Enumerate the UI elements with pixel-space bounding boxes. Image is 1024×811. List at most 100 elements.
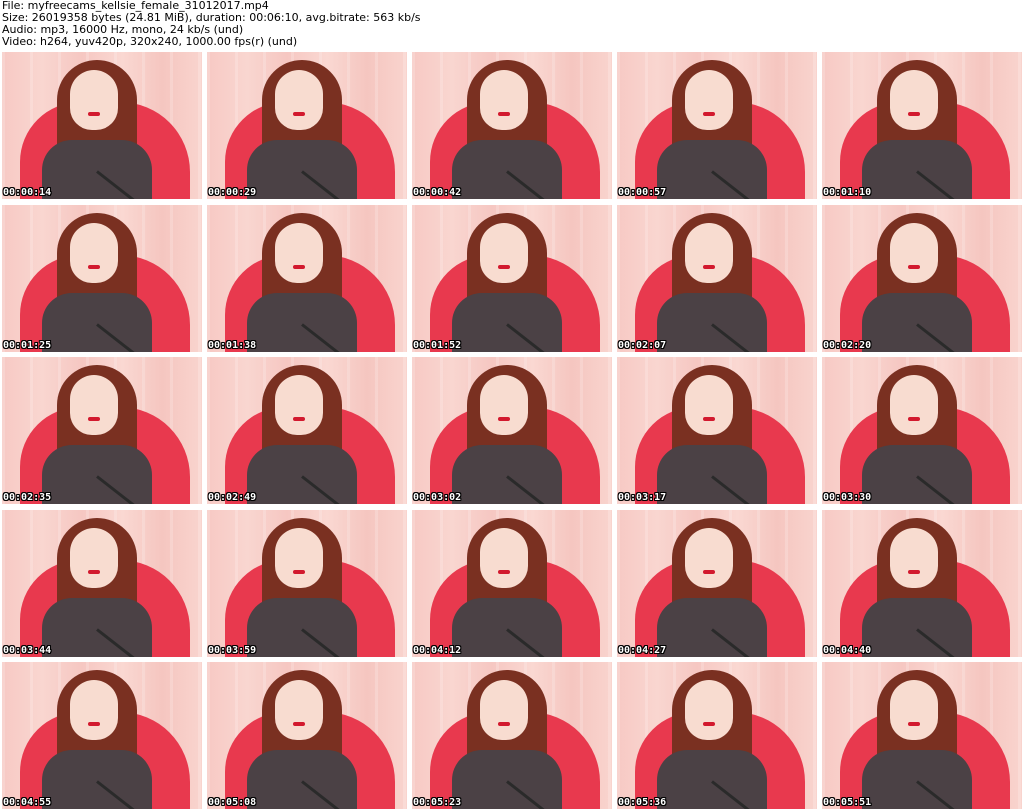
thumbnail-dress	[657, 292, 767, 352]
thumbnail-lips	[498, 569, 510, 574]
thumbnail-lips	[908, 417, 920, 421]
thumbnail-lips	[703, 112, 715, 116]
thumbnail-face	[70, 70, 118, 130]
video-frame-thumbnail: 00:05:23	[412, 662, 612, 809]
thumbnail-face	[275, 70, 323, 130]
thumbnail-face	[275, 680, 323, 740]
file-info-header: File: myfreecams_kellsie_female_31012017…	[2, 0, 1022, 50]
thumbnail-lips	[703, 569, 715, 574]
video-frame-thumbnail: 00:01:52	[412, 204, 612, 352]
thumbnail-lips	[498, 722, 510, 726]
video-frame-thumbnail: 00:00:57	[617, 52, 817, 199]
thumbnail-face	[480, 375, 528, 435]
video-frame-thumbnail: 00:01:10	[822, 52, 1022, 199]
video-frame-thumbnail: 00:04:27	[617, 509, 817, 657]
video-frame-thumbnail: 00:03:02	[412, 357, 612, 504]
video-frame-thumbnail: 00:03:30	[822, 357, 1022, 504]
thumbnail-lips	[293, 417, 305, 421]
frame-timestamp: 00:02:20	[823, 339, 872, 351]
thumbnail-face	[70, 680, 118, 740]
thumbnail-dress	[657, 597, 767, 657]
thumbnail-dress	[452, 292, 562, 352]
frame-timestamp: 00:00:14	[3, 187, 52, 198]
thumbnail-face	[70, 375, 118, 435]
thumbnail-lips	[908, 569, 920, 574]
video-frame-thumbnail: 00:03:17	[617, 357, 817, 504]
thumbnail-dress	[452, 597, 562, 657]
video-frame-thumbnail: 00:03:59	[207, 509, 407, 657]
frame-timestamp: 00:04:12	[413, 644, 462, 656]
thumbnail-face	[685, 375, 733, 435]
thumbnail-lips	[293, 569, 305, 574]
thumbnail-face	[685, 222, 733, 283]
thumbnail-lips	[908, 112, 920, 116]
thumbnail-lips	[498, 112, 510, 116]
frame-timestamp: 00:05:08	[208, 797, 257, 808]
frame-timestamp: 00:01:25	[3, 339, 52, 351]
thumbnail-face	[480, 527, 528, 588]
frame-timestamp: 00:00:29	[208, 187, 257, 198]
frame-timestamp: 00:00:42	[413, 187, 462, 198]
frame-timestamp: 00:04:40	[823, 644, 872, 656]
thumbnail-face	[480, 680, 528, 740]
video-frame-thumbnail: 00:04:55	[2, 662, 202, 809]
thumbnail-face	[890, 70, 938, 130]
thumbnail-face	[480, 70, 528, 130]
thumbnail-face	[275, 375, 323, 435]
frame-timestamp: 00:03:17	[618, 492, 667, 503]
thumbnail-lips	[88, 264, 100, 269]
frame-timestamp: 00:01:10	[823, 187, 872, 198]
thumbnail-lips	[88, 112, 100, 116]
audio-info-line: Audio: mp3, 16000 Hz, mono, 24 kb/s (und…	[2, 24, 244, 36]
frame-timestamp: 00:03:30	[823, 492, 872, 503]
video-frame-thumbnail: 00:05:08	[207, 662, 407, 809]
frame-timestamp: 00:05:51	[823, 797, 872, 808]
video-frame-thumbnail: 00:02:35	[2, 357, 202, 504]
thumbnail-face	[890, 375, 938, 435]
thumbnail-face	[890, 222, 938, 283]
thumbnail-dress	[247, 597, 357, 657]
thumbnail-face	[890, 680, 938, 740]
frame-timestamp: 00:05:23	[413, 797, 462, 808]
thumbnail-dress	[42, 597, 152, 657]
video-frame-thumbnail: 00:02:07	[617, 204, 817, 352]
video-frame-thumbnail: 00:05:51	[822, 662, 1022, 809]
video-info-line: Video: h264, yuv420p, 320x240, 1000.00 f…	[2, 36, 298, 48]
frame-timestamp: 00:02:35	[3, 492, 52, 503]
thumbnail-face	[275, 222, 323, 283]
thumbnail-dress	[862, 292, 972, 352]
thumbnail-lips	[293, 264, 305, 269]
thumbnail-lips	[908, 722, 920, 726]
video-frame-thumbnail: 00:00:14	[2, 52, 202, 199]
frame-timestamp: 00:04:27	[618, 644, 667, 656]
video-frame-thumbnail: 00:05:36	[617, 662, 817, 809]
frame-timestamp: 00:03:59	[208, 644, 257, 656]
thumbnail-dress	[862, 597, 972, 657]
thumbnail-lips	[498, 417, 510, 421]
thumbnail-lips	[703, 417, 715, 421]
thumbnail-grid: 00:00:14 00:00:29 00:00:42 00:00:57 00:01:10…	[2, 52, 1022, 809]
thumbnail-face	[890, 527, 938, 588]
video-frame-thumbnail: 00:03:44	[2, 509, 202, 657]
thumbnail-face	[70, 527, 118, 588]
thumbnail-lips	[498, 264, 510, 269]
frame-timestamp: 00:04:55	[3, 797, 52, 808]
video-frame-thumbnail: 00:01:38	[207, 204, 407, 352]
thumbnail-dress	[247, 292, 357, 352]
video-frame-thumbnail: 00:04:12	[412, 509, 612, 657]
thumbnail-face	[685, 527, 733, 588]
frame-timestamp: 00:01:52	[413, 339, 462, 351]
video-frame-thumbnail: 00:02:49	[207, 357, 407, 504]
thumbnail-lips	[293, 112, 305, 116]
thumbnail-lips	[88, 417, 100, 421]
thumbnail-lips	[908, 264, 920, 269]
file-size-line: Size: 26019358 bytes (24.81 MiB), durati…	[2, 12, 421, 24]
thumbnail-lips	[703, 264, 715, 269]
frame-timestamp: 00:03:02	[413, 492, 462, 503]
frame-timestamp: 00:03:44	[3, 644, 52, 656]
video-frame-thumbnail: 00:01:25	[2, 204, 202, 352]
video-frame-thumbnail: 00:04:40	[822, 509, 1022, 657]
video-frame-thumbnail: 00:00:42	[412, 52, 612, 199]
video-frame-thumbnail: 00:00:29	[207, 52, 407, 199]
frame-timestamp: 00:02:49	[208, 492, 257, 503]
